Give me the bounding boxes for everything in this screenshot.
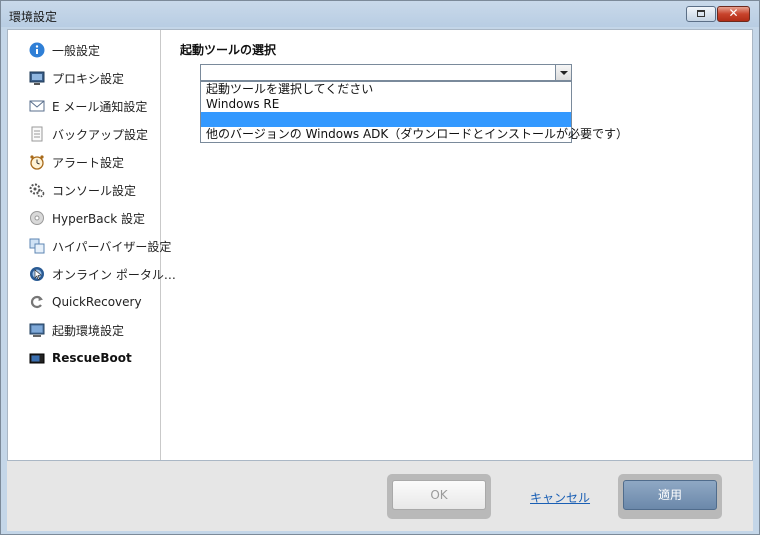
close-button[interactable]: ✕ (717, 6, 750, 22)
rescueboot-panel: 起動ツールの選択 起動ツールを選択してください Windows RE 他のバージ… (161, 30, 752, 460)
monitor-icon (29, 70, 45, 86)
ok-button-frame: OK (387, 474, 491, 519)
boot-tool-select[interactable] (200, 64, 572, 81)
document-icon (29, 126, 45, 142)
sidebar-item-online-portal[interactable]: オンライン ポータル… (8, 260, 176, 288)
sidebar-item-hypervisor[interactable]: ハイパーバイザー設定 (8, 232, 171, 260)
dropdown-button[interactable] (555, 65, 571, 80)
sidebar-item-label: 起動環境設定 (52, 323, 125, 338)
dropdown-option-selected[interactable] (201, 112, 571, 127)
sidebar-item-label: コンソール設定 (52, 183, 137, 198)
title-bar: 環境設定 ✕ (1, 1, 759, 29)
restore-button[interactable] (686, 6, 716, 22)
sidebar-item-hyperback[interactable]: HyperBack 設定 (8, 204, 159, 232)
sidebar-item-backup[interactable]: バックアップ設定 (8, 120, 159, 148)
portal-icon (29, 266, 45, 282)
sidebar-item-boot-environment[interactable]: 起動環境設定 (8, 316, 159, 344)
sidebar-item-label: RescueBoot (52, 351, 132, 365)
sidebar-item-rescueboot[interactable]: RescueBoot (8, 344, 159, 372)
rescueboot-icon (29, 350, 45, 366)
sidebar-item-label: アラート設定 (52, 155, 125, 170)
sidebar-item-quickrecovery[interactable]: QuickRecovery (8, 288, 159, 316)
dropdown-option[interactable]: Windows RE (201, 97, 571, 112)
vm-icon (29, 238, 45, 254)
cancel-link[interactable]: キャンセル (530, 489, 590, 506)
sidebar-item-email[interactable]: E メール通知設定 (8, 92, 159, 120)
sidebar-item-alert[interactable]: アラート設定 (8, 148, 159, 176)
ok-button[interactable]: OK (392, 480, 486, 510)
sidebar-item-label: 一般設定 (52, 43, 101, 58)
button-bar: OK キャンセル 適用 (7, 461, 753, 531)
disc-icon (29, 210, 45, 226)
sidebar-item-label: プロキシ設定 (52, 71, 125, 86)
boot-tool-dropdown-list: 起動ツールを選択してください Windows RE 他のバージョンの Windo… (200, 81, 628, 143)
dropdown-option[interactable]: 起動ツールを選択してください (201, 82, 571, 97)
sidebar-item-label: バックアップ設定 (52, 127, 149, 142)
sidebar-item-proxy[interactable]: プロキシ設定 (8, 64, 159, 92)
chevron-down-icon (560, 71, 568, 75)
alarm-clock-icon (29, 154, 45, 170)
sidebar-item-label: オンライン ポータル… (52, 267, 176, 282)
sidebar: 一般設定 プロキシ設定 E メール通知設定 バックアップ設定 アラート設定 コン… (8, 30, 176, 460)
apply-button[interactable]: 適用 (623, 480, 717, 510)
window-title: 環境設定 (9, 10, 58, 24)
screen-icon (29, 322, 45, 338)
sidebar-item-label: HyperBack 設定 (52, 211, 146, 226)
sidebar-item-label: QuickRecovery (52, 295, 142, 309)
preferences-window: 環境設定 ✕ 一般設定 プロキシ設定 E メール通知設定 バックアップ設定 アラ… (0, 0, 760, 535)
restore-icon (697, 10, 705, 17)
dropdown-option[interactable]: 他のバージョンの Windows ADK（ダウンロードとインストールが必要です） (201, 127, 628, 142)
sidebar-item-label: E メール通知設定 (52, 99, 148, 114)
sidebar-item-label: ハイパーバイザー設定 (52, 239, 172, 254)
info-icon (29, 42, 45, 58)
gears-icon (29, 182, 45, 198)
sidebar-item-console[interactable]: コンソール設定 (8, 176, 159, 204)
mail-icon (29, 98, 45, 114)
sidebar-item-general[interactable]: 一般設定 (8, 36, 159, 64)
apply-button-frame: 適用 (618, 474, 722, 519)
client-area: 一般設定 プロキシ設定 E メール通知設定 バックアップ設定 アラート設定 コン… (7, 29, 753, 461)
section-title: 起動ツールの選択 (180, 43, 277, 57)
close-icon: ✕ (728, 6, 739, 20)
recovery-arrow-icon (29, 294, 45, 310)
